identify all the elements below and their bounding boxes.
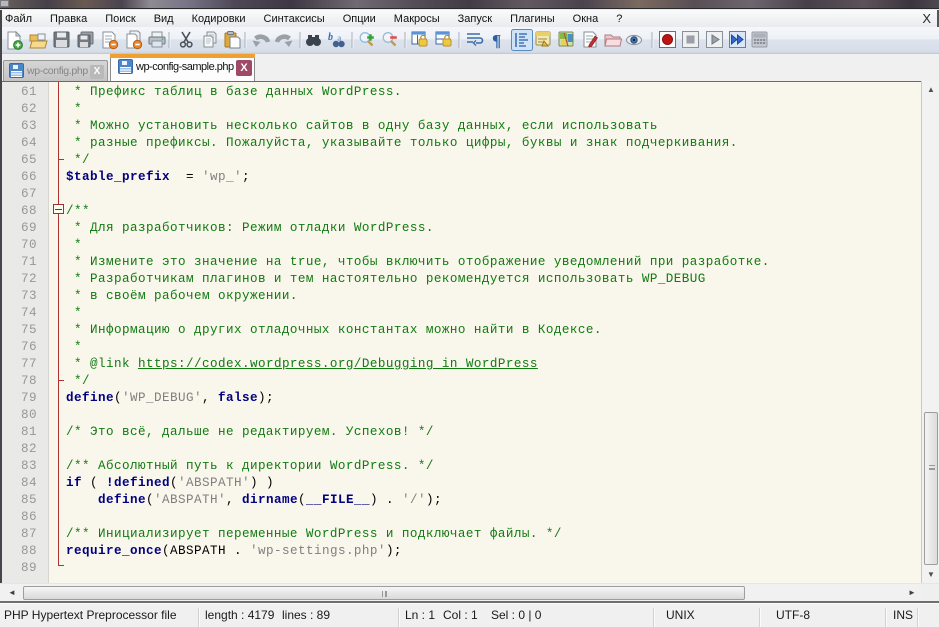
svg-text:¶: ¶ (492, 31, 501, 50)
svg-text:a: a (337, 33, 342, 43)
svg-text:b: b (328, 32, 333, 43)
